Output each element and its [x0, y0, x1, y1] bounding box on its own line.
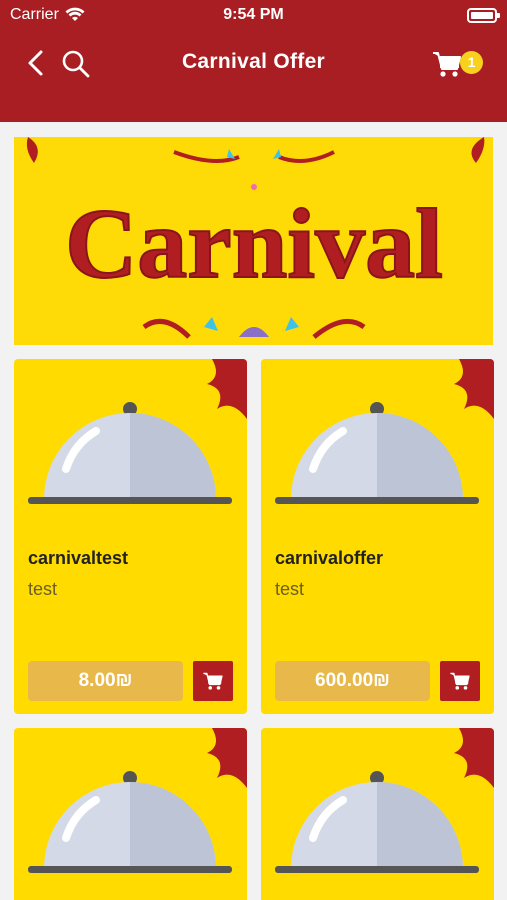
ornament-swirl [142, 318, 191, 339]
ornament-leaf [471, 137, 485, 163]
ornament-swirl [278, 150, 335, 163]
cloche-icon [275, 402, 479, 504]
cart-count-badge: 1 [460, 51, 483, 74]
product-card[interactable] [261, 728, 494, 900]
status-bar: Carrier 9:54 PM [0, 0, 507, 32]
cloche-icon [28, 402, 232, 504]
cloche-icon [28, 771, 232, 873]
product-name: carnivaltest [28, 548, 129, 568]
ornament-leaf [239, 327, 269, 337]
app-header: Carrier 9:54 PM Carnival Offer 1 [0, 0, 507, 122]
cloche-icon [275, 771, 479, 873]
cart-icon [433, 52, 461, 77]
banner-artwork: Carnival [26, 137, 485, 339]
cart-icon [450, 672, 470, 690]
ornament-drop [204, 317, 218, 331]
carnival-banner[interactable]: Carnival [14, 137, 493, 345]
status-time: 9:54 PM [223, 6, 284, 23]
product-price: 600.00₪ [275, 661, 430, 701]
product-description: test [275, 579, 305, 599]
add-to-cart-button[interactable] [440, 661, 480, 701]
banner-title: Carnival [65, 188, 443, 299]
cart-icon [203, 672, 223, 690]
cart-button[interactable]: 1 [431, 45, 483, 81]
battery-icon [467, 8, 500, 23]
product-card[interactable]: carnivaltest test 8.00₪ [14, 359, 247, 714]
product-description: test [28, 579, 58, 599]
ornament-drop [227, 149, 235, 159]
add-to-cart-button[interactable] [193, 661, 233, 701]
ornament-swirl [312, 318, 366, 339]
product-card[interactable]: carnivaloffer test 600.00₪ [261, 359, 494, 714]
product-card[interactable] [14, 728, 247, 900]
product-price: 8.00₪ [28, 661, 183, 701]
ornament-drop [285, 317, 299, 331]
navigation-bar: Carnival Offer 1 [0, 40, 507, 86]
ornament-leaf [26, 137, 38, 163]
product-name: carnivaloffer [275, 548, 384, 568]
